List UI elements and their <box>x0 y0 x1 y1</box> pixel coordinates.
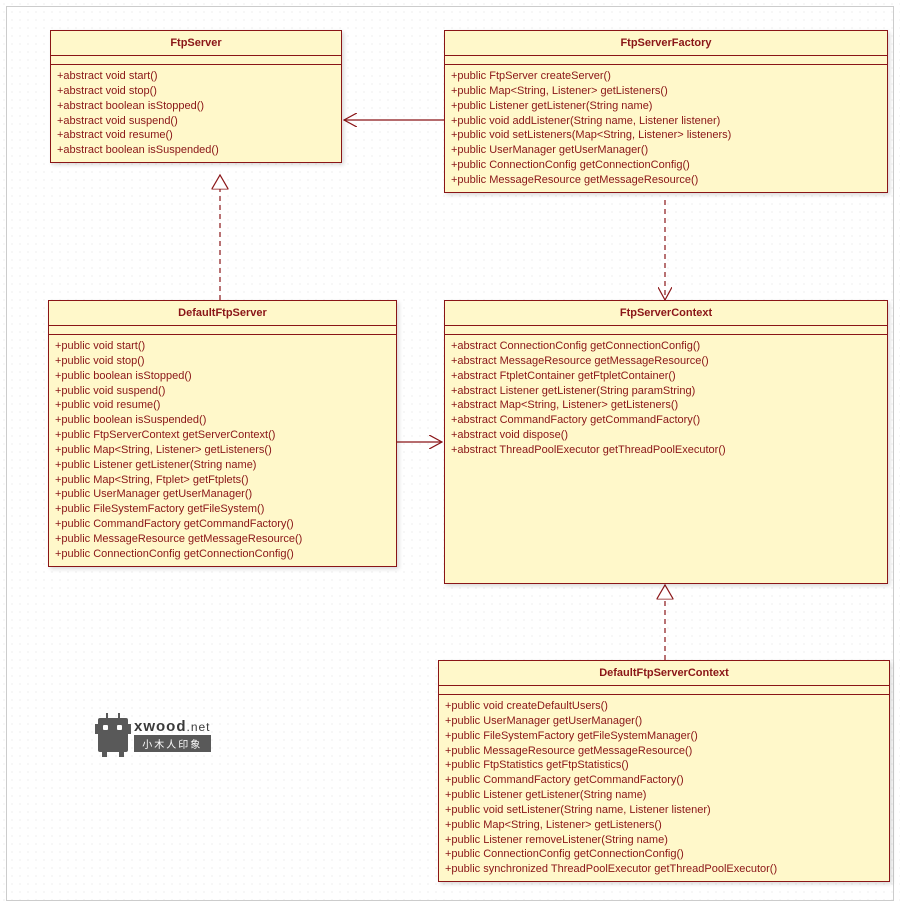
method-row: +public synchronized ThreadPoolExecutor … <box>445 862 883 877</box>
method-row: +public Listener getListener(String name… <box>451 99 881 114</box>
class-title: FtpServerContext <box>445 301 887 326</box>
method-row: +abstract Listener getListener(String pa… <box>451 384 881 399</box>
method-row: +public Map<String, Listener> getListene… <box>445 818 883 833</box>
class-methods: +public FtpServer createServer()+public … <box>445 65 887 192</box>
method-row: +public FileSystemFactory getFileSystemM… <box>445 729 883 744</box>
method-row: +abstract void start() <box>57 69 335 84</box>
class-attrs-empty <box>439 686 889 695</box>
class-attrs-empty <box>49 326 396 335</box>
method-row: +public boolean isSuspended() <box>55 413 390 428</box>
class-methods: +public void createDefaultUsers()+public… <box>439 695 889 881</box>
class-attrs-empty <box>445 326 887 335</box>
method-row: +public Listener removeListener(String n… <box>445 833 883 848</box>
method-row: +public Map<String, Ftplet> getFtplets() <box>55 473 390 488</box>
class-ftpserver: FtpServer +abstract void start()+abstrac… <box>50 30 342 163</box>
method-row: +public void setListeners(Map<String, Li… <box>451 128 881 143</box>
method-row: +public ConnectionConfig getConnectionCo… <box>451 158 881 173</box>
method-row: +abstract ConnectionConfig getConnection… <box>451 339 881 354</box>
method-row: +public ConnectionConfig getConnectionCo… <box>445 847 883 862</box>
method-row: +abstract FtpletContainer getFtpletConta… <box>451 369 881 384</box>
method-row: +abstract Map<String, Listener> getListe… <box>451 398 881 413</box>
class-defaultftpserver: DefaultFtpServer +public void start()+pu… <box>48 300 397 567</box>
method-row: +public Map<String, Listener> getListene… <box>451 84 881 99</box>
class-defaultftpservercontext: DefaultFtpServerContext +public void cre… <box>438 660 890 882</box>
method-row: +abstract CommandFactory getCommandFacto… <box>451 413 881 428</box>
method-row: +public CommandFactory getCommandFactory… <box>55 517 390 532</box>
method-row: +abstract boolean isStopped() <box>57 99 335 114</box>
method-row: +public FtpStatistics getFtpStatistics() <box>445 758 883 773</box>
method-row: +public MessageResource getMessageResour… <box>445 744 883 759</box>
watermark-tagline: 小木人印象 <box>134 735 211 752</box>
method-row: +public void suspend() <box>55 384 390 399</box>
method-row: +public FileSystemFactory getFileSystem(… <box>55 502 390 517</box>
method-row: +public void start() <box>55 339 390 354</box>
method-row: +public void createDefaultUsers() <box>445 699 883 714</box>
method-row: +public FtpServer createServer() <box>451 69 881 84</box>
method-row: +abstract boolean isSuspended() <box>57 143 335 158</box>
watermark-logo: xwood.net 小木人印象 <box>98 718 211 752</box>
method-row: +public ConnectionConfig getConnectionCo… <box>55 547 390 562</box>
method-row: +public void setListener(String name, Li… <box>445 803 883 818</box>
robot-icon <box>98 718 128 752</box>
method-row: +public UserManager getUserManager() <box>451 143 881 158</box>
class-title: FtpServerFactory <box>445 31 887 56</box>
method-row: +public void stop() <box>55 354 390 369</box>
method-row: +public Map<String, Listener> getListene… <box>55 443 390 458</box>
method-row: +public MessageResource getMessageResour… <box>451 173 881 188</box>
method-row: +public UserManager getUserManager() <box>445 714 883 729</box>
class-methods: +abstract void start()+abstract void sto… <box>51 65 341 162</box>
method-row: +public boolean isStopped() <box>55 369 390 384</box>
class-title: DefaultFtpServerContext <box>439 661 889 686</box>
class-methods: +abstract ConnectionConfig getConnection… <box>445 335 887 462</box>
method-row: +public CommandFactory getCommandFactory… <box>445 773 883 788</box>
watermark-domain: .net <box>187 720 211 734</box>
method-row: +abstract MessageResource getMessageReso… <box>451 354 881 369</box>
method-row: +abstract ThreadPoolExecutor getThreadPo… <box>451 443 881 458</box>
method-row: +public void resume() <box>55 398 390 413</box>
method-row: +public FtpServerContext getServerContex… <box>55 428 390 443</box>
class-ftpservercontext: FtpServerContext +abstract ConnectionCon… <box>444 300 888 584</box>
method-row: +abstract void resume() <box>57 128 335 143</box>
class-attrs-empty <box>445 56 887 65</box>
method-row: +public UserManager getUserManager() <box>55 487 390 502</box>
class-ftpserverfactory: FtpServerFactory +public FtpServer creat… <box>444 30 888 193</box>
class-title: FtpServer <box>51 31 341 56</box>
method-row: +public Listener getListener(String name… <box>445 788 883 803</box>
class-attrs-empty <box>51 56 341 65</box>
class-title: DefaultFtpServer <box>49 301 396 326</box>
class-methods: +public void start()+public void stop()+… <box>49 335 396 566</box>
method-row: +abstract void dispose() <box>451 428 881 443</box>
method-row: +abstract void suspend() <box>57 114 335 129</box>
method-row: +public Listener getListener(String name… <box>55 458 390 473</box>
method-row: +public void addListener(String name, Li… <box>451 114 881 129</box>
method-row: +abstract void stop() <box>57 84 335 99</box>
method-row: +public MessageResource getMessageResour… <box>55 532 390 547</box>
watermark-brand: xwood <box>134 718 187 735</box>
